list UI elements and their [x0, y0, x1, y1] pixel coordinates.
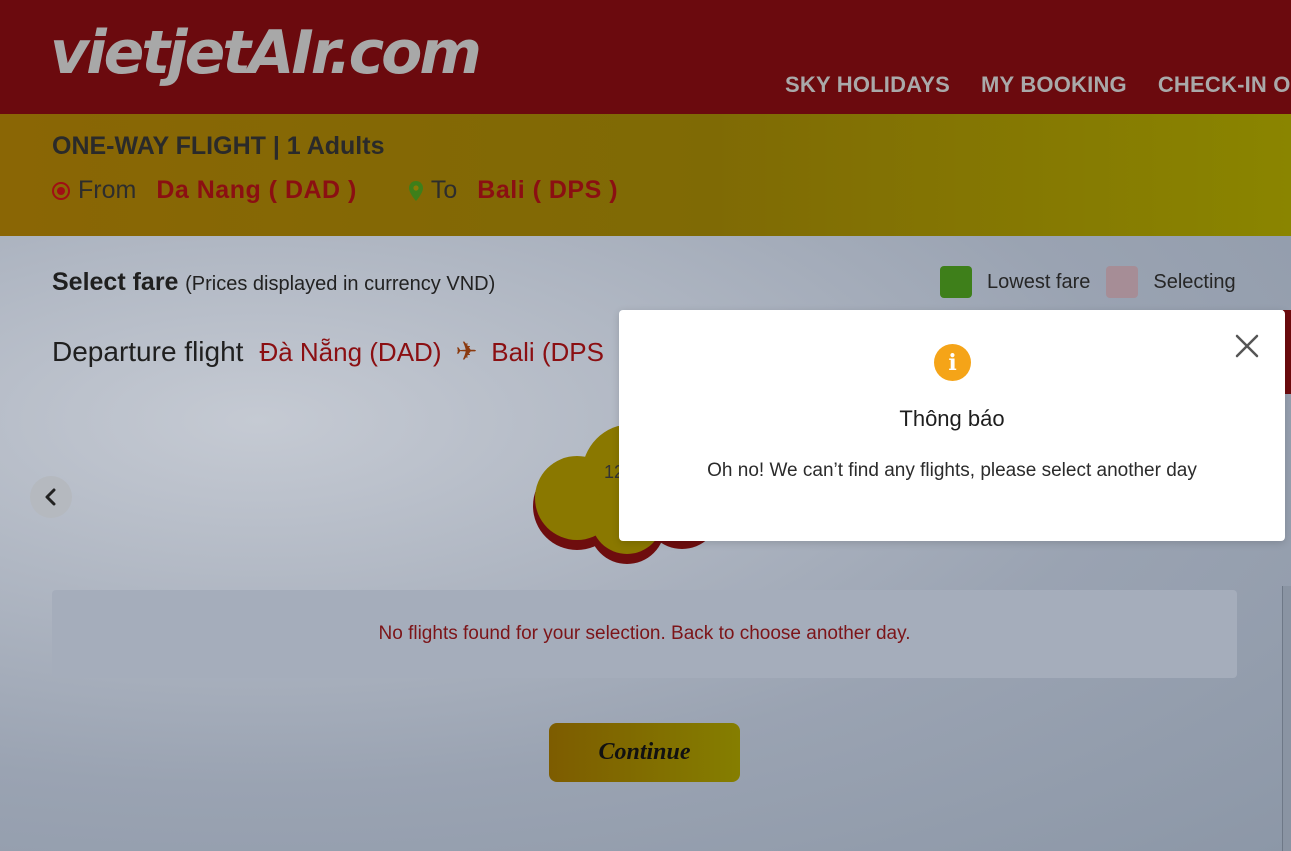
- fare-legend: Lowest fare Selecting: [940, 266, 1236, 298]
- nav-my-booking[interactable]: MY BOOKING: [981, 72, 1127, 98]
- no-flights-message: No flights found for your selection. Bac…: [378, 623, 911, 644]
- dialog-title: Thông báo: [899, 406, 1005, 431]
- select-fare-title: Select fare: [52, 268, 179, 296]
- logo-text-main: vietjet: [50, 18, 251, 88]
- logo-text-domain: .com: [328, 18, 482, 88]
- currency-note: (Prices displayed in currency VND): [185, 273, 496, 295]
- info-glyph: i: [948, 349, 957, 376]
- top-header: vietjetAIr.com SKY HOLIDAYS MY BOOKING C…: [0, 0, 1291, 114]
- selecting-swatch: [1106, 266, 1139, 298]
- continue-label: Continue: [598, 739, 691, 765]
- previous-date-button[interactable]: [30, 476, 72, 518]
- no-flights-box: No flights found for your selection. Bac…: [52, 590, 1237, 678]
- trip-summary-band: ONE-WAY FLIGHT | 1 Adults From Da Nang (…: [0, 114, 1291, 236]
- main-nav: SKY HOLIDAYS MY BOOKING CHECK-IN O: [785, 72, 1291, 98]
- to-value: Bali ( DPS ): [477, 176, 619, 204]
- select-fare-heading: Select fare (Prices displayed in currenc…: [52, 268, 495, 297]
- from-value: Da Nang ( DAD ): [156, 176, 357, 204]
- close-icon[interactable]: [1233, 332, 1261, 360]
- route-row: From Da Nang ( DAD ) To Bali ( DPS ): [52, 176, 618, 205]
- to-label: To: [430, 176, 458, 204]
- origin-radio-icon: [52, 181, 70, 200]
- departure-flight-title: Departure flight: [52, 336, 244, 367]
- info-icon: i: [934, 344, 971, 381]
- continue-button[interactable]: Continue: [549, 723, 740, 782]
- notice-dialog: i Thông báo Oh no! We can’t find any fli…: [619, 310, 1285, 541]
- from-label: From: [78, 176, 137, 204]
- trip-type-label: ONE-WAY FLIGHT | 1 Adults: [52, 132, 385, 160]
- lowest-fare-label: Lowest fare: [987, 270, 1091, 293]
- lowest-fare-swatch: [940, 266, 972, 298]
- chevron-left-icon: [45, 488, 56, 506]
- departure-origin: Đà Nẵng (DAD): [259, 336, 442, 367]
- nav-sky-holidays[interactable]: SKY HOLIDAYS: [785, 72, 950, 98]
- vietjet-logo[interactable]: vietjetAIr.com: [50, 18, 482, 88]
- airplane-icon: ✈: [455, 337, 478, 367]
- dialog-message: Oh no! We can’t find any flights, please…: [707, 460, 1197, 481]
- departure-flight-row: Departure flight Đà Nẵng (DAD) ✈ Bali (D…: [52, 336, 604, 368]
- nav-check-in[interactable]: CHECK-IN O: [1158, 72, 1291, 98]
- location-pin-icon: [408, 180, 423, 201]
- logo-text-air: AIr: [248, 18, 332, 88]
- selecting-label: Selecting: [1153, 270, 1236, 293]
- scrollbar-track[interactable]: [1282, 586, 1291, 851]
- departure-destination: Bali (DPS: [491, 336, 604, 367]
